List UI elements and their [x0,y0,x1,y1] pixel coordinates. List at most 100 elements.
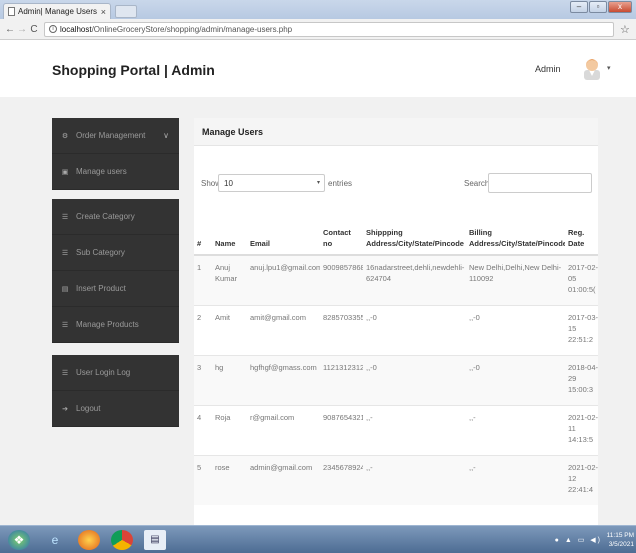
cell-billing: New Delhi,Delhi,New Delhi-110092 [466,254,565,305]
browser-tab[interactable]: Admin| Manage Users × [3,3,111,19]
copy-icon: ▤ [61,285,69,293]
sidebar-item-label: Manage Products [76,320,139,329]
cell-billing: ,,-0 [466,304,565,355]
reload-button[interactable]: C [28,24,40,35]
sidebar-item-insert-product[interactable]: ▤ Insert Product [52,271,179,307]
sidebar-item-label: User Login Log [76,368,131,377]
table-row: 3 hg hgfhgf@gmass.com 1121312312 ,,-0 ,,… [194,354,598,405]
cell-shipping: ,,- [363,404,466,455]
sidebar-group-orders: ⚙ Order Management ∨ ▣ Manage users [52,118,179,190]
ie-icon[interactable]: e [44,530,66,550]
col-header-billing[interactable]: Billing Address/City/State/Pincode [466,212,565,256]
cell-contact: 1121312312 [320,354,363,405]
col-header-name[interactable]: Name [212,212,247,256]
users-icon: ▣ [61,168,69,176]
cell-number: 4 [194,404,212,455]
list-icon: ☰ [61,321,69,329]
cell-reg-date: 2017-02-05 01:00:5( [565,254,598,305]
cell-name: Roja [212,404,247,455]
col-header-shipping[interactable]: Shippping Address/City/State/Pincode [363,212,466,256]
brand-title[interactable]: Shopping Portal | Admin [52,62,215,78]
sidebar-item-label: Create Category [76,212,135,221]
chrome-icon[interactable] [111,530,133,550]
chevron-down-icon: ▾ [316,180,320,186]
sidebar-item-manage-products[interactable]: ☰ Manage Products [52,307,179,343]
logout-icon: ➔ [62,405,68,413]
close-window-button[interactable]: x [608,1,632,13]
sidebar-item-logout[interactable]: ➔ Logout [52,391,179,427]
clock[interactable]: 11:15 PM 3/5/2021 [607,531,634,549]
tab-close-icon[interactable]: × [101,7,106,17]
sidebar-item-sub-category[interactable]: ☰ Sub Category [52,235,179,271]
cell-shipping: 16nadarstreet,dehli,newdehli-624704 [363,254,466,305]
cell-number: 3 [194,354,212,405]
cell-reg-date: 2021-02-11 14:13:5 [565,404,598,455]
table-header-row: # Name Email Contact no Shippping Addres… [194,212,598,256]
cell-name: hg [212,354,247,405]
page-length-select[interactable]: 10 ▾ [218,174,325,192]
system-tray[interactable]: ● ▲ ▭ ◀) [555,536,602,544]
cell-email: r@gmail.com [247,404,320,455]
sidebar-item-label: Manage users [76,167,127,176]
table-row: 4 Roja r@gmail.com 9087654321 ,,- ,,- 20… [194,404,598,455]
address-bar: ← → C i localhost /OnlineGroceryStore/sh… [0,19,636,40]
clock-date: 3/5/2021 [608,541,634,548]
cell-email: amit@gmail.com [247,304,320,355]
cell-number: 2 [194,304,212,355]
list-icon: ☰ [61,213,69,221]
sidebar-item-label: Sub Category [76,248,125,257]
back-button[interactable]: ← [4,24,16,35]
list-icon: ☰ [61,369,69,377]
start-button[interactable]: ❖ [8,530,30,550]
sidebar-item-manage-users[interactable]: ▣ Manage users [52,154,179,190]
user-menu-caret-icon[interactable]: ▾ [607,64,611,72]
forward-button[interactable]: → [16,24,28,35]
col-header-email[interactable]: Email [247,212,320,256]
sidebar-group-account: ☰ User Login Log ➔ Logout [52,355,179,427]
col-header-contact[interactable]: Contact no [320,212,363,256]
page-icon [8,7,15,16]
users-table: # Name Email Contact no Shippping Addres… [194,212,598,505]
cell-reg-date: 2017-03-15 22:51:2 [565,304,598,355]
cell-name: Anuj Kumar [212,254,247,305]
col-header-reg-date[interactable]: Reg. Date [565,212,598,256]
cell-email: anuj.lpu1@gmail.com [247,254,320,305]
page-length-value: 10 [224,179,233,188]
sidebar-item-label: Insert Product [76,284,126,293]
cell-billing: ,,- [466,404,565,455]
info-icon[interactable]: i [49,25,57,33]
table-row: 1 Anuj Kumar anuj.lpu1@gmail.com 9009857… [194,254,598,305]
avatar[interactable] [582,56,602,80]
admin-user-label[interactable]: Admin [535,64,561,74]
cell-shipping: ,,- [363,454,466,505]
new-tab-button[interactable] [115,5,137,18]
sidebar-item-label: Logout [76,404,101,413]
cell-reg-date: 2021-02-12 22:41:4 [565,454,598,505]
tab-title: Admin| Manage Users [18,7,97,16]
minimize-button[interactable]: – [570,1,588,13]
sidebar-item-user-login-log[interactable]: ☰ User Login Log [52,355,179,391]
cell-name: rose [212,454,247,505]
table-controls: Show 10 ▾ entries Search: [194,173,598,195]
cell-email: hgfhgf@gmass.com [247,354,320,405]
url-input[interactable]: i localhost /OnlineGroceryStore/shopping… [44,21,614,37]
firefox-icon[interactable] [78,530,100,550]
cell-number: 5 [194,454,212,505]
taskbar: ❖ e ▤ ● ▲ ▭ ◀) 11:15 PM 3/5/2021 [0,525,636,553]
bookmark-star-icon[interactable]: ☆ [620,23,632,36]
cell-billing: ,,- [466,454,565,505]
cell-contact: 9009857868 [320,254,363,305]
cell-shipping: ,,-0 [363,304,466,355]
sidebar-item-order-management[interactable]: ⚙ Order Management ∨ [52,118,179,154]
sidebar-item-create-category[interactable]: ☰ Create Category [52,199,179,235]
maximize-button[interactable]: ▫ [589,1,607,13]
search-input[interactable] [488,173,592,193]
panel-title: Manage Users [194,118,598,146]
url-host: localhost [60,24,92,34]
col-header-number[interactable]: # [194,212,212,256]
cell-contact: 8285703355 [320,304,363,355]
cell-contact: 9087654321 [320,404,363,455]
notepad-icon[interactable]: ▤ [144,530,166,550]
window-controls: – ▫ x [570,1,632,13]
sidebar-group-catalog: ☰ Create Category ☰ Sub Category ▤ Inser… [52,199,179,343]
